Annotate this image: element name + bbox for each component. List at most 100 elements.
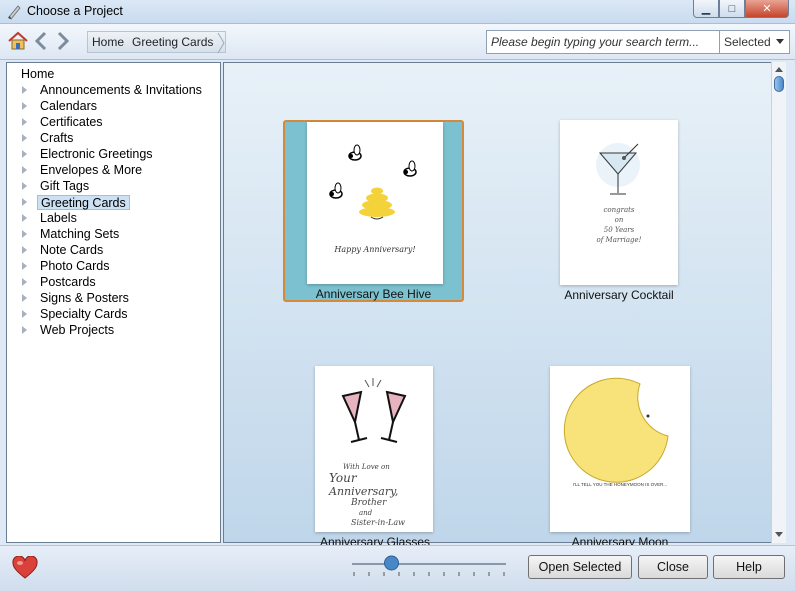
scroll-up-arrow-icon[interactable] xyxy=(775,67,783,72)
gallery-scrollbar[interactable] xyxy=(771,62,786,543)
project-gallery: Happy Anniversary! Anniversary Bee Hive … xyxy=(223,62,786,549)
tree-item-label: Greeting Cards xyxy=(37,194,130,210)
card-line: and xyxy=(359,509,373,517)
expand-arrow-icon[interactable] xyxy=(22,214,27,222)
expand-arrow-icon[interactable] xyxy=(22,150,27,158)
tree-item[interactable]: Gift Tags xyxy=(22,178,92,194)
breadcrumb-greeting-cards[interactable]: Greeting Cards xyxy=(128,32,217,52)
tree-item-label: Specialty Cards xyxy=(40,306,128,321)
tree-item[interactable]: Announcements & Invitations xyxy=(22,82,205,98)
maximize-button[interactable]: □ xyxy=(719,0,745,18)
tree-item-label: Certificates xyxy=(40,114,103,129)
card-thumbnail: congrats on 50 Years of Marriage! xyxy=(560,120,678,285)
app-icon xyxy=(8,5,21,20)
search-input[interactable]: Please begin typing your search term... xyxy=(486,30,720,54)
open-selected-button[interactable]: Open Selected xyxy=(528,555,632,579)
tree-item[interactable]: Signs & Posters xyxy=(22,290,132,306)
bee-hive-image xyxy=(329,144,417,220)
tree-item[interactable]: Specialty Cards xyxy=(22,306,131,322)
forward-arrow-icon[interactable] xyxy=(54,30,72,52)
expand-arrow-icon[interactable] xyxy=(22,262,27,270)
tree-item[interactable]: Crafts xyxy=(22,130,76,146)
chevron-down-icon xyxy=(776,39,784,44)
search-filter-dropdown[interactable]: Selected xyxy=(720,30,790,54)
tree-item-label: Announcements & Invitations xyxy=(40,82,202,97)
window-title: Choose a Project xyxy=(27,4,123,18)
tree-item[interactable]: Note Cards xyxy=(22,242,106,258)
tree-root-home[interactable]: Home xyxy=(21,67,54,81)
back-arrow-icon[interactable] xyxy=(32,30,50,52)
filter-value: Selected xyxy=(724,35,771,49)
expand-arrow-icon[interactable] xyxy=(22,246,27,254)
tree-item-label: Postcards xyxy=(40,274,96,289)
tree-item[interactable]: Postcards xyxy=(22,274,99,290)
expand-arrow-icon[interactable] xyxy=(22,198,27,206)
moon-image xyxy=(563,377,669,483)
card-caption: Anniversary Cocktail xyxy=(564,288,674,302)
card-line: congrats xyxy=(603,206,635,214)
card-greeting-text: Happy Anniversary! xyxy=(334,245,416,254)
close-window-button[interactable]: ✕ xyxy=(745,0,789,18)
card-line: Your xyxy=(329,471,357,485)
minimize-button[interactable]: ▁ xyxy=(693,0,719,18)
toolbar: Home Greeting Cards Please begin typing … xyxy=(0,24,795,60)
card-line: 50 Years xyxy=(603,226,635,234)
heart-icon[interactable] xyxy=(12,556,38,580)
expand-arrow-icon[interactable] xyxy=(22,118,27,126)
home-icon[interactable] xyxy=(7,30,29,52)
tree-item[interactable]: Electronic Greetings xyxy=(22,146,156,162)
expand-arrow-icon[interactable] xyxy=(22,310,27,318)
breadcrumb-home[interactable]: Home xyxy=(88,32,128,52)
scroll-thumb[interactable] xyxy=(774,76,784,92)
expand-arrow-icon[interactable] xyxy=(22,166,27,174)
title-bar: Choose a Project ▁ □ ✕ xyxy=(0,0,795,24)
card-thumbnail: With Love on Your Anniversary, Brother a… xyxy=(315,366,433,532)
project-card[interactable]: I'LL TELL YOU THE HONEYMOON IS OVER... A… xyxy=(550,366,690,549)
zoom-slider[interactable] xyxy=(350,552,508,582)
tree-item-label: Gift Tags xyxy=(40,178,90,193)
tree-item-label: Electronic Greetings xyxy=(40,146,153,161)
project-card[interactable]: Happy Anniversary! Anniversary Bee Hive xyxy=(283,120,464,302)
tree-item[interactable]: Web Projects xyxy=(22,322,117,338)
help-button[interactable]: Help xyxy=(713,555,785,579)
category-tree: Home Announcements & Invitations Calendar… xyxy=(6,62,221,543)
card-thumbnail: Happy Anniversary! xyxy=(307,122,443,284)
tree-item-label: Photo Cards xyxy=(40,258,110,273)
expand-arrow-icon[interactable] xyxy=(22,278,27,286)
close-button[interactable]: Close xyxy=(638,555,708,579)
card-line: Brother xyxy=(351,498,387,508)
expand-arrow-icon[interactable] xyxy=(22,326,27,334)
tree-item-label: Envelopes & More xyxy=(40,162,143,177)
tree-item[interactable]: Greeting Cards xyxy=(22,194,130,210)
project-card[interactable]: congrats on 50 Years of Marriage! Annive… xyxy=(560,120,678,302)
card-caption: Anniversary Bee Hive xyxy=(315,287,432,301)
card-line: Anniversary, xyxy=(329,485,399,498)
tree-item[interactable]: Labels xyxy=(22,210,80,226)
card-thumbnail: I'LL TELL YOU THE HONEYMOON IS OVER... xyxy=(550,366,690,532)
card-line: of Marriage! xyxy=(596,236,642,244)
tree-item[interactable]: Envelopes & More xyxy=(22,162,145,178)
expand-arrow-icon[interactable] xyxy=(22,182,27,190)
tree-item-label: Signs & Posters xyxy=(40,290,129,305)
zoom-slider-thumb xyxy=(384,555,399,571)
expand-arrow-icon[interactable] xyxy=(22,294,27,302)
card-greeting-text: I'LL TELL YOU THE HONEYMOON IS OVER... xyxy=(572,482,668,487)
scroll-down-arrow-icon[interactable] xyxy=(775,532,783,537)
tree-item[interactable]: Certificates xyxy=(22,114,106,130)
card-line: Sister-in-Law xyxy=(351,518,405,527)
expand-arrow-icon[interactable] xyxy=(22,230,27,238)
card-line: on xyxy=(614,216,624,224)
project-card[interactable]: With Love on Your Anniversary, Brother a… xyxy=(315,366,435,549)
tree-item-label: Calendars xyxy=(40,98,97,113)
tree-item-label: Web Projects xyxy=(40,322,115,337)
tree-item-label: Note Cards xyxy=(40,242,104,257)
tree-item[interactable]: Matching Sets xyxy=(22,226,122,242)
tree-item[interactable]: Calendars xyxy=(22,98,100,114)
tree-item[interactable]: Photo Cards xyxy=(22,258,112,274)
expand-arrow-icon[interactable] xyxy=(22,86,27,94)
expand-arrow-icon[interactable] xyxy=(22,102,27,110)
footer-bar: Open Selected Close Help xyxy=(0,545,795,591)
expand-arrow-icon[interactable] xyxy=(22,134,27,142)
cocktail-image xyxy=(596,143,640,195)
breadcrumb: Home Greeting Cards xyxy=(87,31,227,54)
